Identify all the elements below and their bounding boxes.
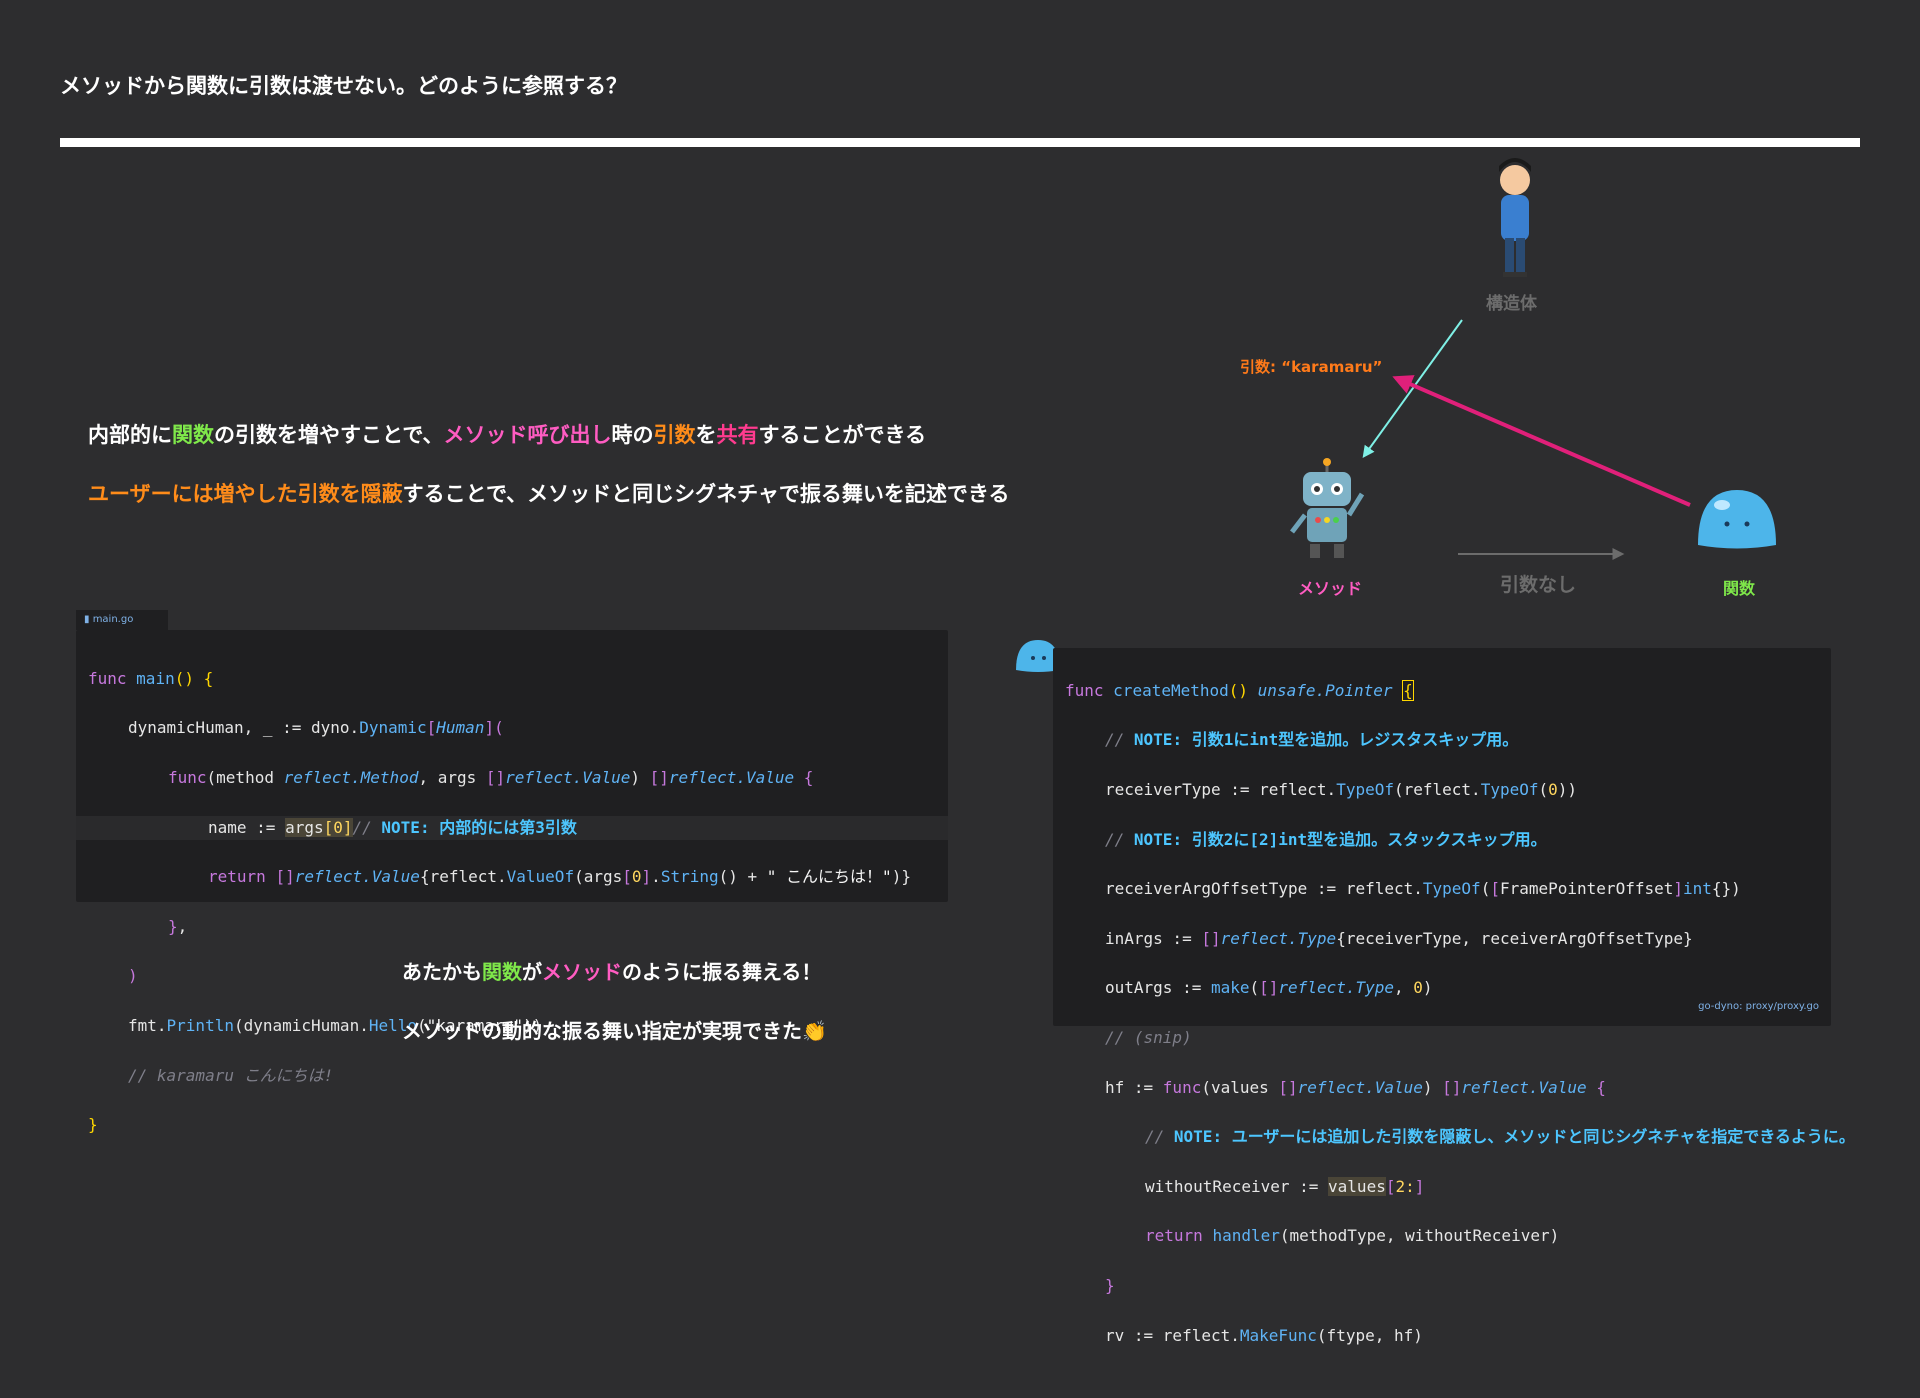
b1-text-3: が [522, 960, 542, 984]
code-line: } [88, 1115, 98, 1135]
no-arg-label: 引数なし [1500, 574, 1577, 596]
func-label: 関数 [1723, 579, 1756, 598]
code-line: // karamaru こんにちは! [128, 1065, 334, 1085]
arg-label: 引数: “karamaru” [1240, 358, 1383, 376]
code-line: receiverArgOffsetType := reflect.TypeOf(… [1105, 879, 1741, 899]
b1-text-1: あたかも [402, 960, 482, 984]
code-line: // NOTE: 引数2に[2]int型を追加。スタックスキップ用。 [1105, 829, 1547, 849]
struct-label: 構造体 [1486, 294, 1537, 314]
code-line: receiverType := reflect.TypeOf(reflect.T… [1105, 779, 1578, 799]
code-line: name := args[0]// NOTE: 内部的には第3引数 [76, 815, 948, 841]
file-tab-label: main.go [92, 614, 134, 625]
code-line: }, [168, 916, 188, 936]
func-to-arg-arrow [1392, 375, 1691, 507]
code-line: inArgs := []reflect.Type{receiverType, r… [1105, 928, 1693, 948]
robot-icon [1290, 458, 1365, 558]
code-line: hf := func(values []reflect.Value) []ref… [1105, 1077, 1606, 1097]
code-line: } [1105, 1275, 1115, 1295]
slime-icon [1698, 490, 1776, 549]
b1-text-2: 関数 [482, 960, 522, 984]
bottom-line-1: あたかも関数がメソッドのように振る舞える！ [402, 956, 821, 985]
b1-text-5: のように振る舞える！ [622, 960, 822, 984]
b1-text-4: メソッド [542, 960, 622, 984]
struct-to-method-arrow [1362, 319, 1463, 458]
person-icon [1499, 158, 1531, 277]
code-line: func main() { [88, 668, 214, 688]
code-line: func createMethod() unsafe.Pointer { [1065, 679, 1414, 701]
method-label: メソッド [1298, 579, 1363, 598]
code-block-proxy: func createMethod() unsafe.Pointer { // … [1053, 648, 1855, 1345]
code-line: withoutReceiver := values[2:] [1145, 1176, 1425, 1196]
code-line: rv := reflect.MakeFunc(ftype, hf) [1105, 1325, 1423, 1345]
bottom-line-2: メソッドの動的な振る舞い指定が実現できた👏 [402, 1019, 827, 1043]
file-tab-main-go[interactable]: ▮ main.go [76, 610, 168, 630]
code-line: // NOTE: 引数1にint型を追加。レジスタスキップ用。 [1105, 730, 1519, 750]
code-line: // NOTE: ユーザーには追加した引数を隠蔽し、メソッドと同じシグネチャを指… [1145, 1127, 1855, 1147]
code-line: dynamicHuman, _ := dyno.Dynamic[Human]( [128, 718, 504, 738]
code-line: func(method reflect.Method, args []refle… [168, 767, 814, 787]
code-line: // (snip) [1105, 1027, 1192, 1047]
code-block-main: func main() { dynamicHuman, _ := dyno.Dy… [76, 630, 948, 1134]
code-line: return handler(methodType, withoutReceiv… [1145, 1226, 1560, 1246]
code-line: return []reflect.Value{reflect.ValueOf(a… [208, 867, 911, 887]
source-caption: go-dyno: proxy/proxy.go [1698, 1001, 1819, 1013]
